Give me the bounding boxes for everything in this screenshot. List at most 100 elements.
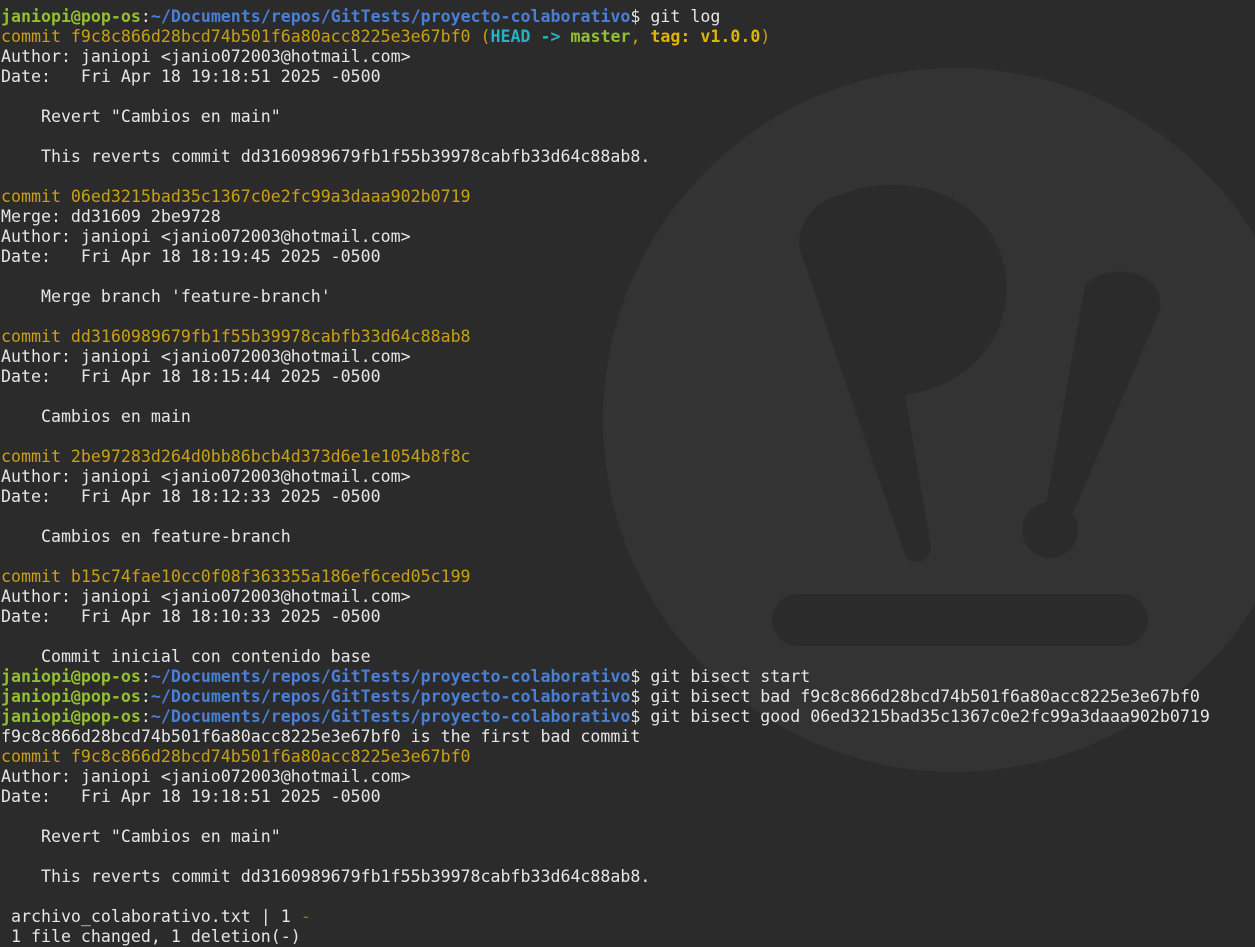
prompt-separator: :	[140, 707, 151, 726]
prompt-command: git log	[650, 7, 721, 26]
prompt-symbol: $	[630, 687, 651, 706]
commit-header-line: commit b15c74fae10cc0f08f363355a186ef6ce…	[1, 567, 1210, 587]
output-text: Date: Fri Apr 18 18:12:33 2025 -0500	[1, 487, 381, 506]
prompt-symbol: $	[630, 7, 651, 26]
output-text: Merge: dd31609 2be9728	[1, 207, 221, 226]
output-text: Date: Fri Apr 18 18:10:33 2025 -0500	[1, 607, 381, 626]
output-text: Date: Fri Apr 18 18:15:44 2025 -0500	[1, 367, 381, 386]
ref-comma: ,	[630, 27, 651, 46]
prompt-separator: :	[140, 687, 151, 706]
output-line: Date: Fri Apr 18 18:15:44 2025 -0500	[1, 367, 1210, 387]
prompt-path: ~/Documents/repos/GitTests/proyecto-cola…	[150, 667, 631, 686]
output-line: Date: Fri Apr 18 19:18:51 2025 -0500	[1, 787, 1210, 807]
output-text: Merge branch 'feature-branch'	[1, 287, 331, 306]
output-line: This reverts commit dd3160989679fb1f55b3…	[1, 867, 1210, 887]
commit-hash: commit f9c8c866d28bcd74b501f6a80acc8225e…	[1, 747, 471, 766]
prompt-path: ~/Documents/repos/GitTests/proyecto-cola…	[150, 687, 631, 706]
output-text: Author: janiopi <janio072003@hotmail.com…	[1, 767, 411, 786]
output-text: Cambios en main	[1, 407, 191, 426]
diffstat-deletion-mark: -	[300, 907, 311, 926]
output-line: f9c8c866d28bcd74b501f6a80acc8225e3e67bf0…	[1, 727, 1210, 747]
prompt-symbol: $	[630, 667, 651, 686]
output-line: This reverts commit dd3160989679fb1f55b3…	[1, 147, 1210, 167]
output-text: Author: janiopi <janio072003@hotmail.com…	[1, 347, 411, 366]
output-line: Cambios en main	[1, 407, 1210, 427]
output-line: Author: janiopi <janio072003@hotmail.com…	[1, 47, 1210, 67]
prompt-user: janiopi@pop-os	[1, 667, 141, 686]
prompt-separator: :	[140, 667, 151, 686]
output-line: Date: Fri Apr 18 18:10:33 2025 -0500	[1, 607, 1210, 627]
prompt-line: janiopi@pop-os:~/Documents/repos/GitTest…	[1, 707, 1210, 727]
diffstat-line: archivo_colaborativo.txt | 1 -	[1, 907, 1210, 927]
output-line: Merge: dd31609 2be9728	[1, 207, 1210, 227]
output-text: Revert "Cambios en main"	[1, 107, 281, 126]
output-text: f9c8c866d28bcd74b501f6a80acc8225e3e67bf0…	[1, 727, 641, 746]
prompt-line: janiopi@pop-os:~/Documents/repos/GitTest…	[1, 687, 1210, 707]
ref-close-paren: )	[760, 27, 771, 46]
commit-header-line: commit 2be97283d264d0bb86bcb4d373d6e1e10…	[1, 447, 1210, 467]
commit-header-line: commit f9c8c866d28bcd74b501f6a80acc8225e…	[1, 27, 1210, 47]
prompt-path: ~/Documents/repos/GitTests/proyecto-cola…	[150, 7, 631, 26]
output-text: 1 file changed, 1 deletion(-)	[1, 927, 301, 946]
tag-ref: tag: v1.0.0	[650, 27, 761, 46]
output-text: This reverts commit dd3160989679fb1f55b3…	[1, 867, 651, 886]
output-line: Author: janiopi <janio072003@hotmail.com…	[1, 467, 1210, 487]
output-text: Date: Fri Apr 18 19:18:51 2025 -0500	[1, 787, 381, 806]
output-line: Revert "Cambios en main"	[1, 827, 1210, 847]
output-line: Date: Fri Apr 18 18:19:45 2025 -0500	[1, 247, 1210, 267]
branch-ref: master	[570, 27, 631, 46]
output-text: Author: janiopi <janio072003@hotmail.com…	[1, 587, 411, 606]
output-line: Author: janiopi <janio072003@hotmail.com…	[1, 227, 1210, 247]
output-text: Author: janiopi <janio072003@hotmail.com…	[1, 47, 411, 66]
output-text: Revert "Cambios en main"	[1, 827, 281, 846]
cut-off-line	[1, 0, 1210, 7]
commit-header-line: commit 06ed3215bad35c1367c0e2fc99a3daaa9…	[1, 187, 1210, 207]
prompt-separator: :	[140, 7, 151, 26]
output-text: Date: Fri Apr 18 19:18:51 2025 -0500	[1, 67, 381, 86]
terminal-output: janiopi@pop-os:~/Documents/repos/GitTest…	[1, 0, 1210, 947]
prompt-user: janiopi@pop-os	[1, 7, 141, 26]
ref-open-paren: (	[480, 27, 491, 46]
output-text: This reverts commit dd3160989679fb1f55b3…	[1, 147, 651, 166]
output-line: 1 file changed, 1 deletion(-)	[1, 927, 1210, 947]
commit-hash: commit f9c8c866d28bcd74b501f6a80acc8225e…	[1, 27, 481, 46]
output-line: Cambios en feature-branch	[1, 527, 1210, 547]
prompt-symbol: $	[630, 707, 651, 726]
output-line: Merge branch 'feature-branch'	[1, 287, 1210, 307]
output-line: Revert "Cambios en main"	[1, 107, 1210, 127]
prompt-path: ~/Documents/repos/GitTests/proyecto-cola…	[150, 707, 631, 726]
commit-hash: commit b15c74fae10cc0f08f363355a186ef6ce…	[1, 567, 471, 586]
output-text: Author: janiopi <janio072003@hotmail.com…	[1, 227, 411, 246]
prompt-command: git bisect bad f9c8c866d28bcd74b501f6a80…	[650, 687, 1200, 706]
prompt-user: janiopi@pop-os	[1, 687, 141, 706]
output-line: Date: Fri Apr 18 19:18:51 2025 -0500	[1, 67, 1210, 87]
prompt-line: janiopi@pop-os:~/Documents/repos/GitTest…	[1, 7, 1210, 27]
diffstat-file: archivo_colaborativo.txt | 1	[1, 907, 301, 926]
head-ref: HEAD ->	[490, 27, 571, 46]
prompt-line: janiopi@pop-os:~/Documents/repos/GitTest…	[1, 667, 1210, 687]
commit-hash: commit 06ed3215bad35c1367c0e2fc99a3daaa9…	[1, 187, 471, 206]
commit-header-line: commit f9c8c866d28bcd74b501f6a80acc8225e…	[1, 747, 1210, 767]
output-text: Author: janiopi <janio072003@hotmail.com…	[1, 467, 411, 486]
prompt-command: git bisect good 06ed3215bad35c1367c0e2fc…	[650, 707, 1210, 726]
commit-hash: commit dd3160989679fb1f55b39978cabfb33d6…	[1, 327, 471, 346]
output-line: Author: janiopi <janio072003@hotmail.com…	[1, 587, 1210, 607]
output-line: Date: Fri Apr 18 18:12:33 2025 -0500	[1, 487, 1210, 507]
commit-header-line: commit dd3160989679fb1f55b39978cabfb33d6…	[1, 327, 1210, 347]
output-line: Author: janiopi <janio072003@hotmail.com…	[1, 767, 1210, 787]
output-line: Commit inicial con contenido base	[1, 647, 1210, 667]
commit-hash: commit 2be97283d264d0bb86bcb4d373d6e1e10…	[1, 447, 471, 466]
